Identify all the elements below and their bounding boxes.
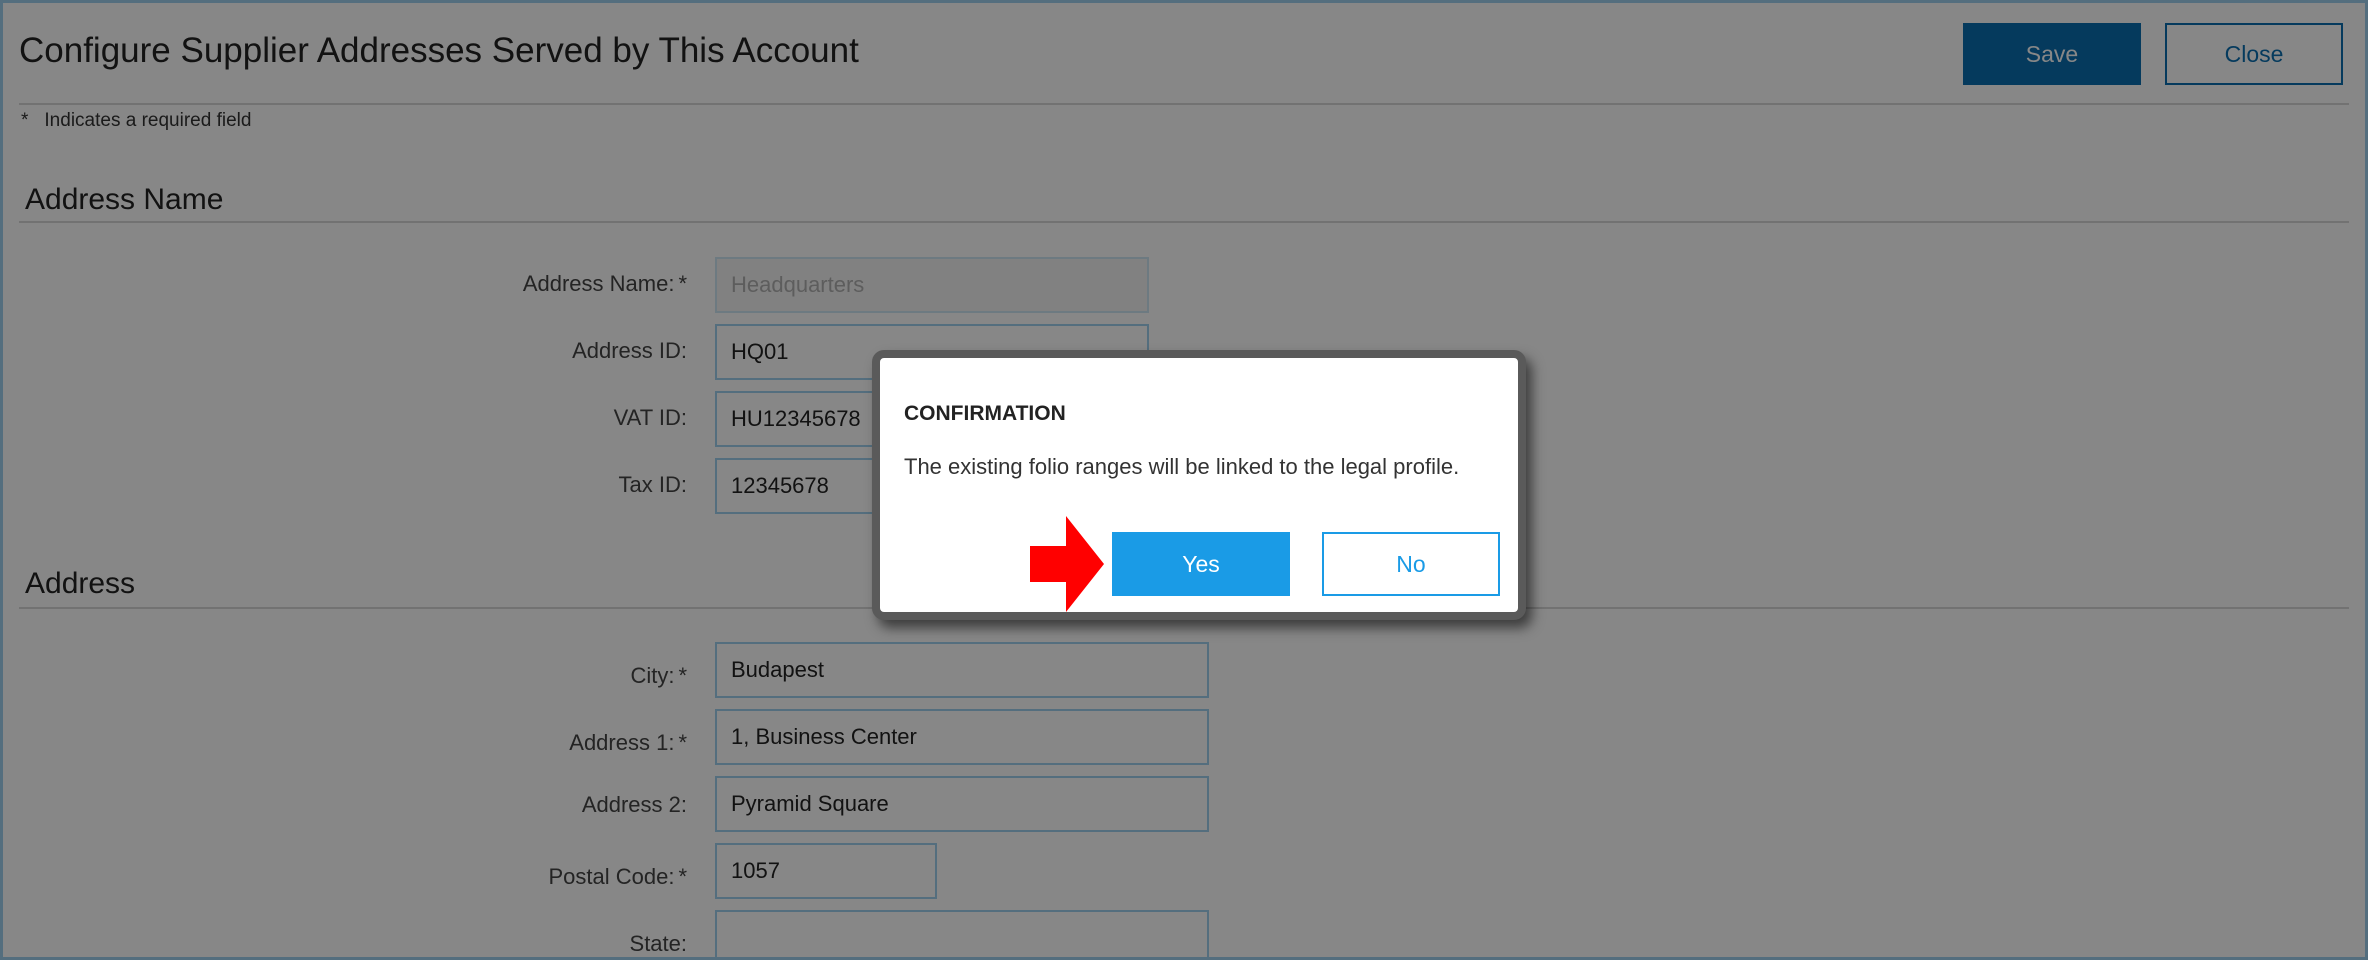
dialog-title: CONFIRMATION xyxy=(904,402,1066,425)
dialog-message: The existing folio ranges will be linked… xyxy=(904,454,1460,479)
confirmation-dialog: CONFIRMATION The existing folio ranges w… xyxy=(872,350,1526,620)
no-button[interactable]: No xyxy=(1322,532,1500,596)
red-arrow-pointer-icon xyxy=(1030,516,1104,612)
yes-button[interactable]: Yes xyxy=(1112,532,1290,596)
